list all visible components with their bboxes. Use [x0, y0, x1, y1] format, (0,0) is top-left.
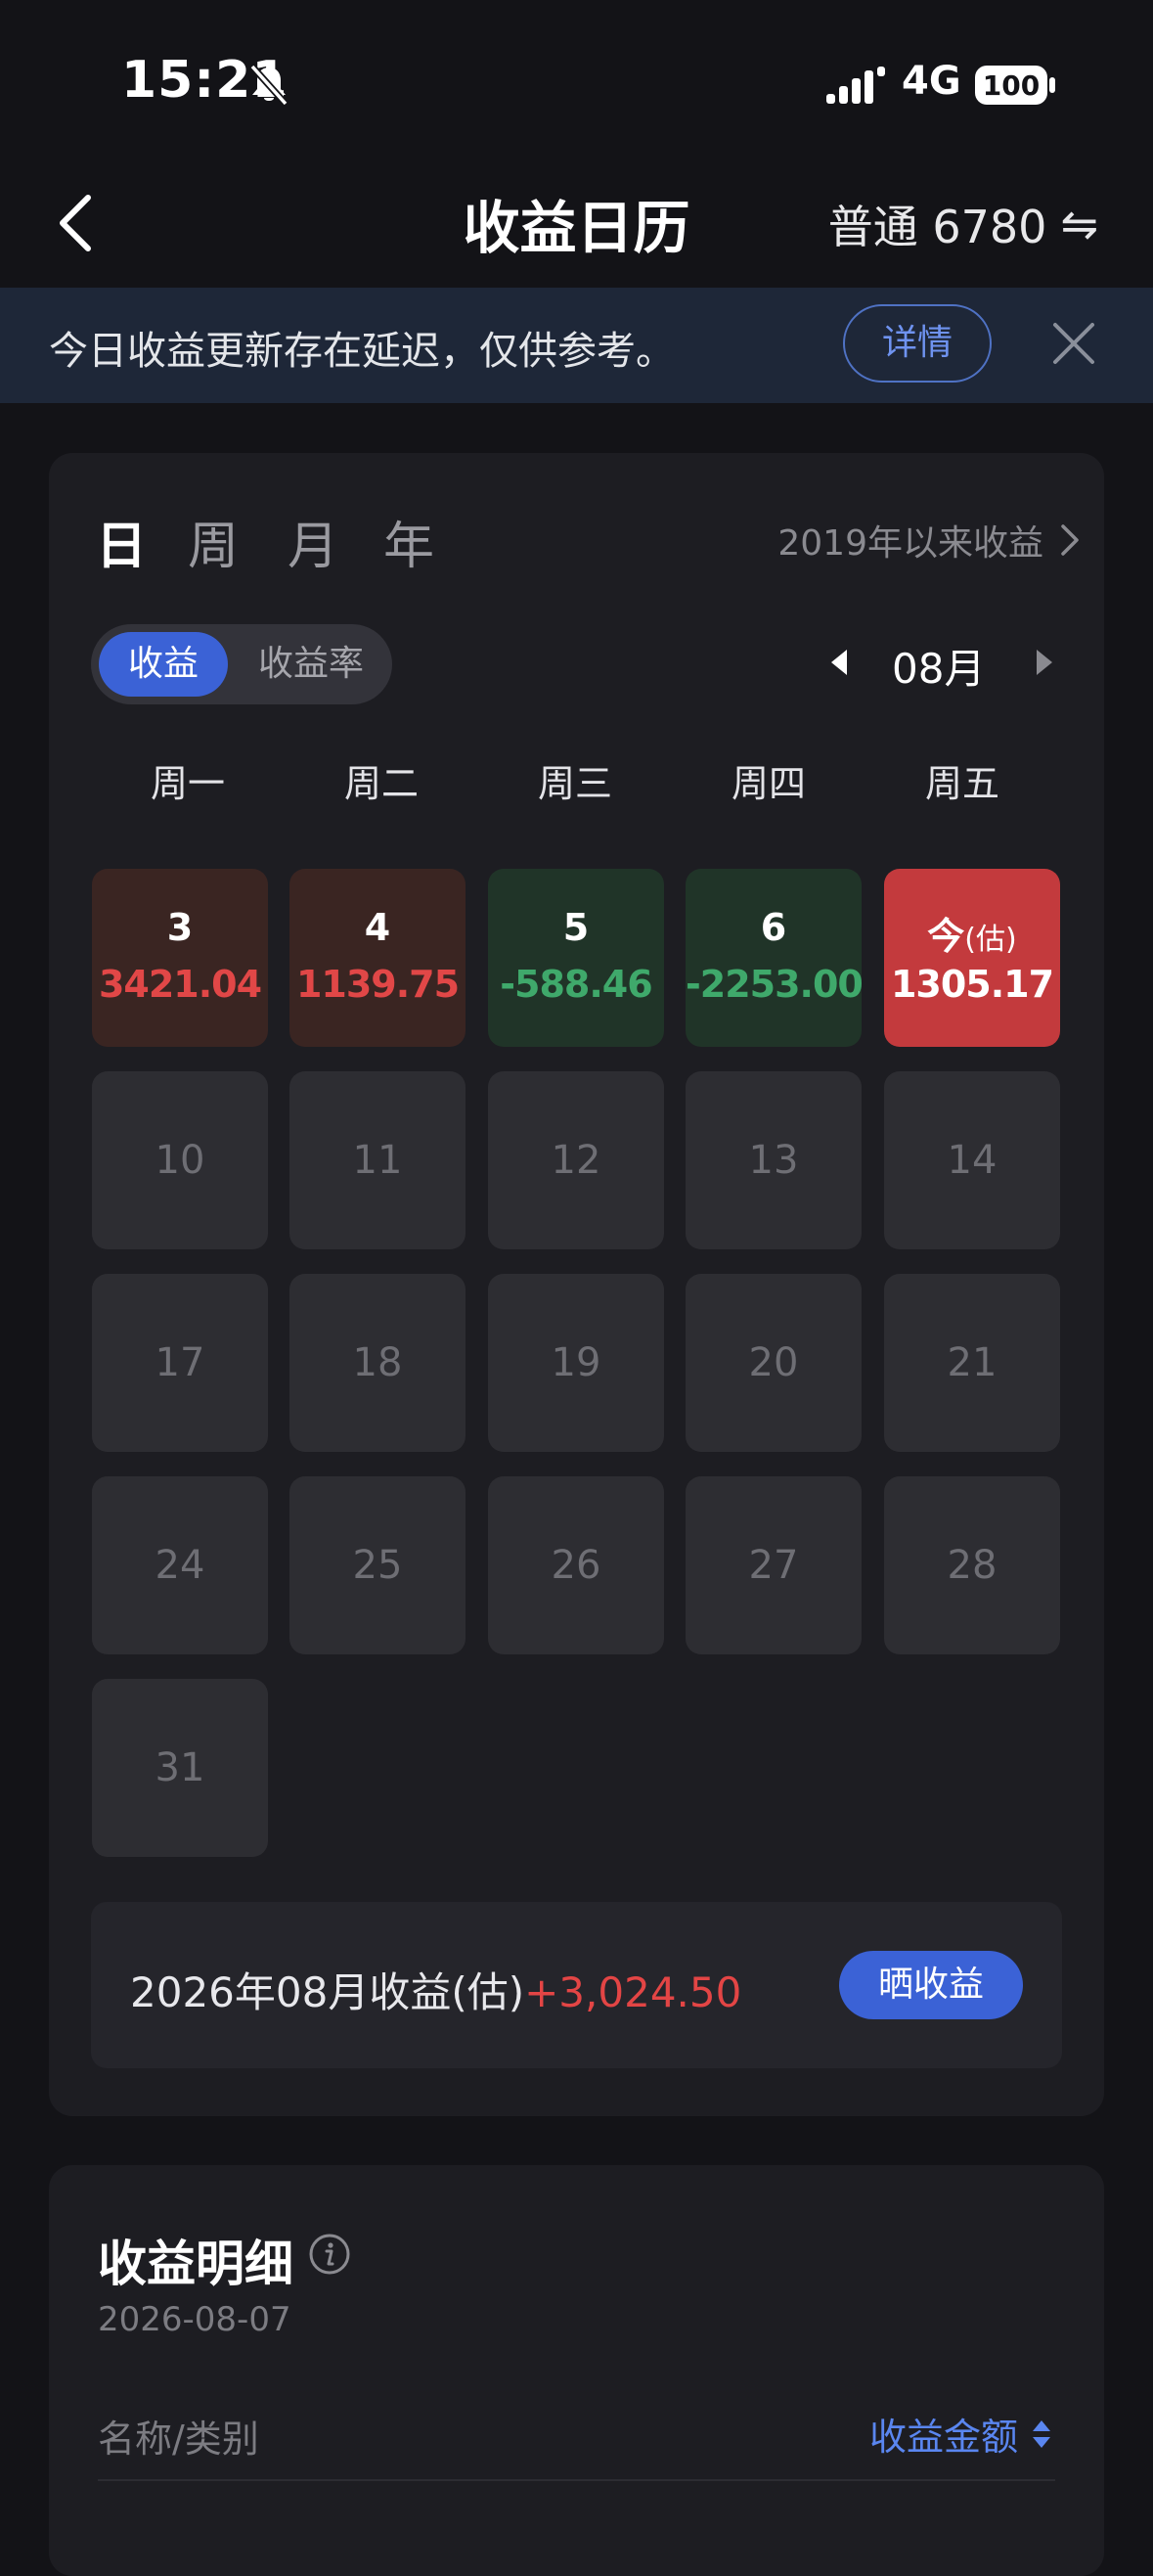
day-cell[interactable]: 27 — [686, 1476, 862, 1654]
battery-icon: 100 — [974, 65, 1056, 110]
day-cell[interactable]: 6 -2253.00 — [686, 869, 864, 1047]
day-number: 26 — [551, 1543, 601, 1588]
network-type: 4G — [902, 59, 961, 104]
weekday-wed: 周三 — [537, 762, 612, 805]
day-income-value: 1305.17 — [890, 963, 1054, 1006]
chevron-right-icon — [1061, 524, 1079, 556]
sort-by-amount[interactable]: 收益金额 — [869, 2407, 1051, 2461]
day-cell[interactable]: 14 — [884, 1071, 1060, 1249]
signal-icon — [826, 67, 885, 110]
day-number: 19 — [551, 1340, 601, 1385]
day-cell[interactable]: 10 — [92, 1071, 268, 1249]
day-cell[interactable]: 17 — [92, 1274, 268, 1452]
notice-text: 今日收益更新存在延迟，仅供参考。 — [49, 329, 675, 374]
day-cell[interactable]: 24 — [92, 1476, 268, 1654]
day-number: 12 — [551, 1138, 601, 1183]
notice-detail-button[interactable]: 详情 — [843, 304, 992, 383]
month-label: 08月 — [892, 645, 986, 693]
column-name-category: 名称/类别 — [98, 2418, 259, 2461]
day-number: 11 — [352, 1138, 403, 1183]
detail-title: 收益明细 — [98, 2236, 293, 2292]
detail-date: 2026-08-07 — [98, 2300, 291, 2339]
next-month-icon[interactable] — [1037, 650, 1052, 675]
day-cell[interactable]: 25 — [289, 1476, 466, 1654]
account-label: 普通 6780 — [827, 201, 1047, 253]
day-number: 5 — [562, 906, 590, 949]
weekday-thu: 周四 — [731, 762, 806, 805]
today-label: 今 — [927, 915, 965, 958]
day-number: 6 — [760, 906, 787, 949]
day-cell[interactable]: 11 — [289, 1071, 466, 1249]
day-income-value: -2253.00 — [686, 963, 864, 1006]
day-number: 20 — [748, 1340, 799, 1385]
day-number: 25 — [352, 1543, 403, 1588]
month-summary-label: 2026年08月收益(估) — [130, 1968, 525, 2016]
prev-month-icon[interactable] — [831, 650, 847, 675]
day-cell[interactable]: 3 3421.04 — [92, 869, 268, 1047]
info-icon[interactable] — [308, 2233, 351, 2276]
day-number: 31 — [155, 1745, 205, 1790]
weekday-fri: 周五 — [924, 762, 999, 805]
day-number: 14 — [947, 1138, 998, 1183]
day-number: 13 — [748, 1138, 799, 1183]
column-amount-label: 收益金额 — [868, 2416, 1018, 2459]
day-cell[interactable]: 28 — [884, 1476, 1060, 1654]
day-cell[interactable]: 19 — [488, 1274, 664, 1452]
month-summary-value: +3,024.50 — [524, 1968, 742, 2016]
muted-bell-icon — [246, 63, 291, 112]
share-income-button[interactable]: 晒收益 — [839, 1951, 1023, 2019]
close-icon — [1053, 323, 1094, 364]
day-income-value: -588.46 — [500, 963, 652, 1006]
day-income-value: 3421.04 — [98, 963, 262, 1006]
estimate-label: (估) — [964, 923, 1017, 957]
day-cell[interactable]: 21 — [884, 1274, 1060, 1452]
swap-icon: ⇋ — [1060, 198, 1098, 250]
weekday-tue: 周二 — [343, 762, 419, 805]
close-button[interactable] — [1049, 319, 1098, 368]
day-income-value: 1139.75 — [295, 963, 460, 1006]
day-cell[interactable]: 18 — [289, 1274, 466, 1452]
account-switch[interactable]: 普通 6780 ⇋ — [828, 192, 1098, 256]
battery-level: 100 — [983, 69, 1040, 102]
day-cell[interactable]: 26 — [488, 1476, 664, 1654]
tab-month[interactable]: 月 — [288, 505, 338, 578]
sort-icon — [1033, 2419, 1050, 2448]
tab-week[interactable]: 周 — [188, 505, 239, 578]
toggle-income-rate[interactable]: 收益率 — [246, 632, 376, 697]
day-number: 18 — [352, 1340, 403, 1385]
day-cell[interactable]: 5 -588.46 — [488, 869, 664, 1047]
day-number: 28 — [947, 1543, 998, 1588]
since-link-label: 2019年以来收益 — [777, 523, 1043, 564]
day-cell[interactable]: 12 — [488, 1071, 664, 1249]
day-cell[interactable]: 20 — [686, 1274, 862, 1452]
day-number: 24 — [155, 1543, 205, 1588]
day-cell[interactable]: 31 — [92, 1679, 268, 1857]
weekday-mon: 周一 — [150, 762, 225, 805]
day-cell[interactable]: 13 — [686, 1071, 862, 1249]
month-summary-text: 2026年08月收益(估)+3,024.50 — [130, 1960, 741, 2019]
day-number: 27 — [748, 1543, 799, 1588]
since-2019-link[interactable]: 2019年以来收益 — [777, 515, 1081, 565]
day-number: 3 — [166, 906, 194, 949]
day-number: 17 — [155, 1340, 205, 1385]
tab-year[interactable]: 年 — [383, 505, 434, 578]
day-cell-today[interactable]: 今(估) 1305.17 — [884, 869, 1060, 1047]
day-number: 10 — [155, 1138, 205, 1183]
day-number: 4 — [364, 906, 391, 949]
table-divider — [98, 2479, 1055, 2481]
day-number: 21 — [947, 1340, 998, 1385]
toggle-income[interactable]: 收益 — [99, 632, 228, 697]
day-cell[interactable]: 4 1139.75 — [289, 869, 466, 1047]
day-number: 今(估) — [884, 906, 1060, 960]
tab-day[interactable]: 日 — [96, 505, 147, 578]
